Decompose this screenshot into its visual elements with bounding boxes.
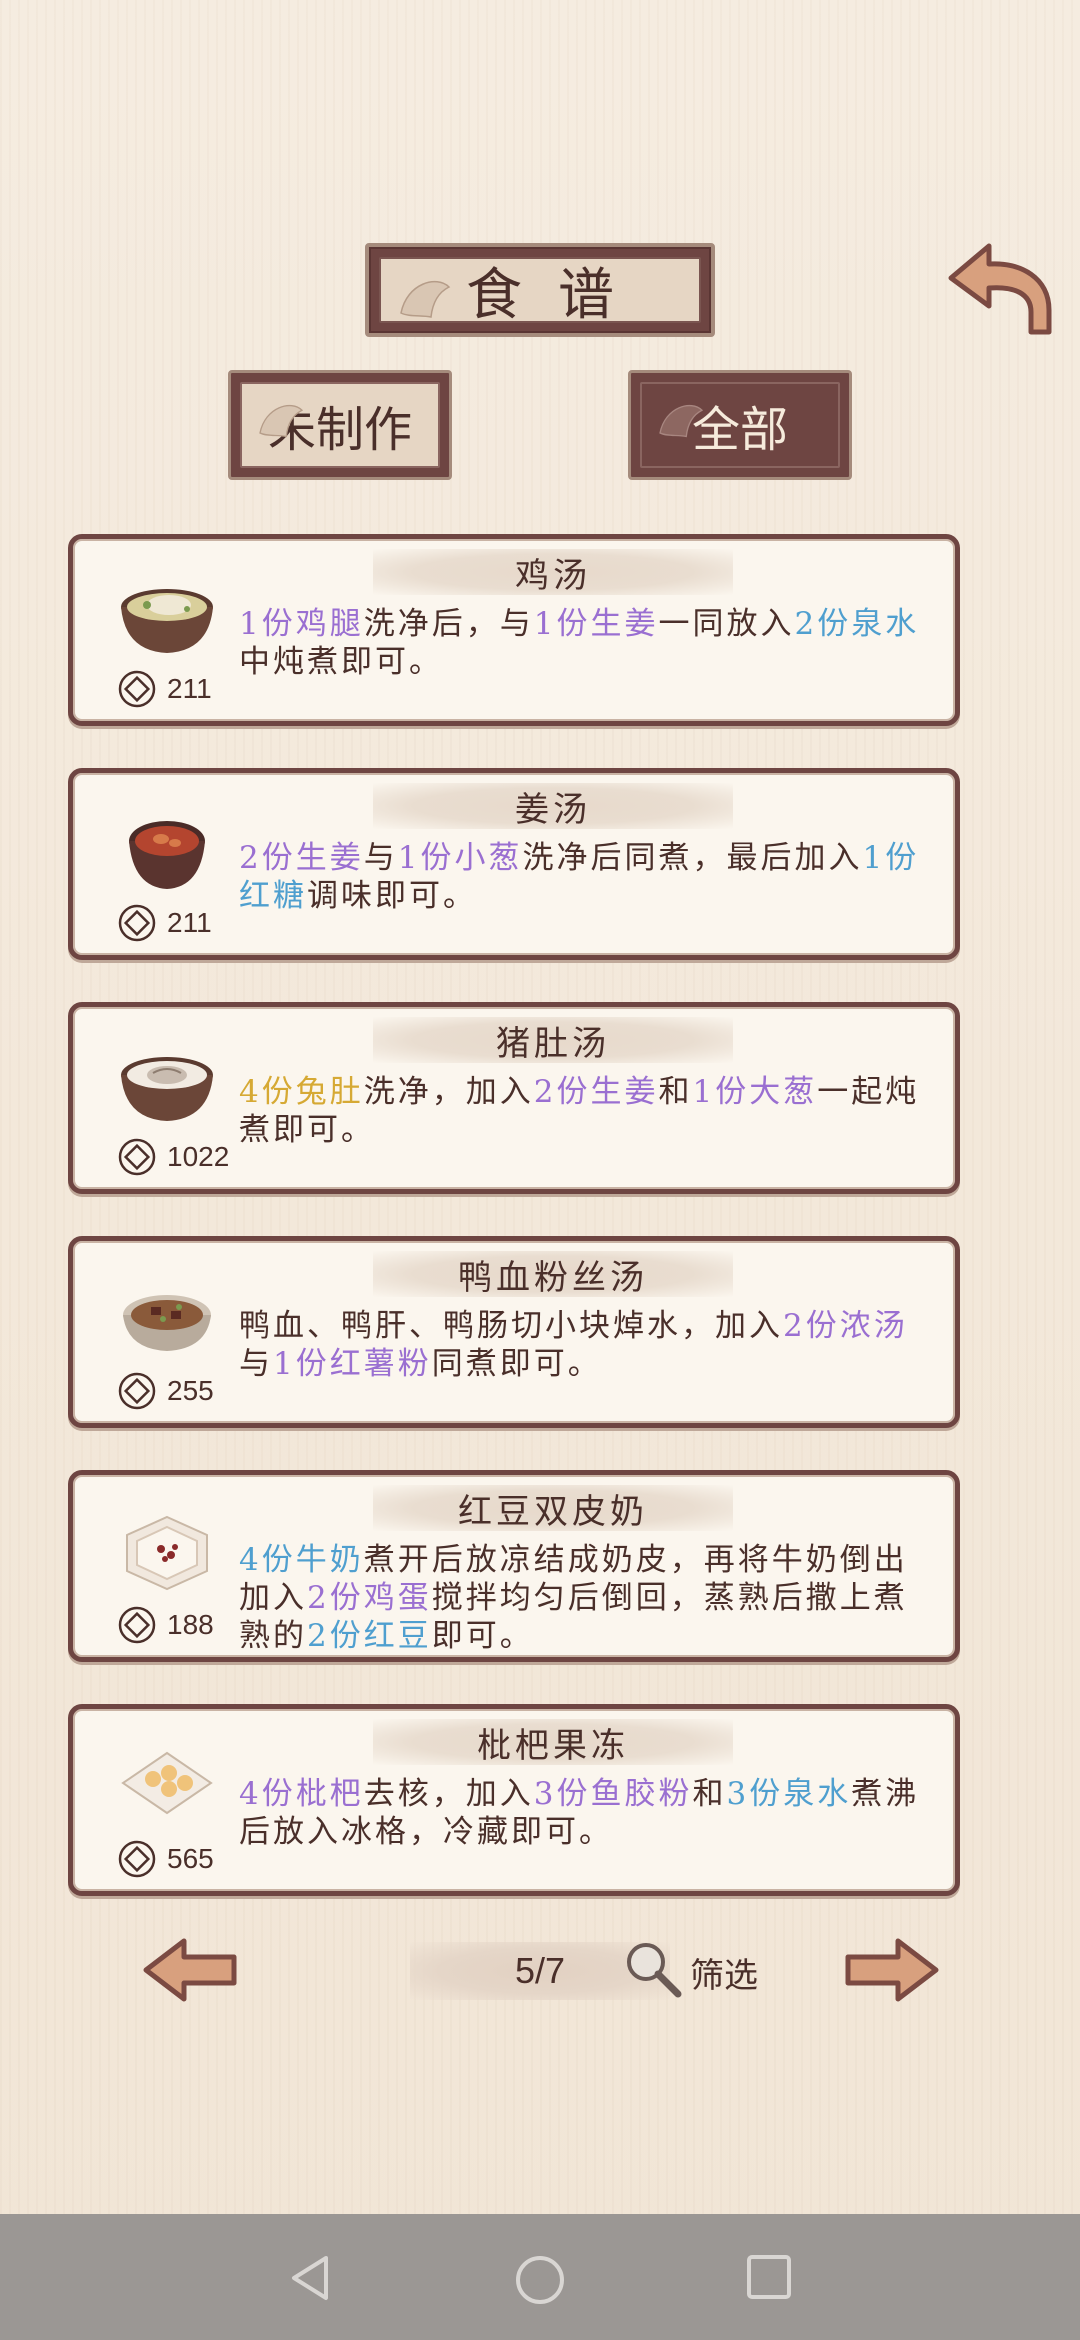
ingredient-highlight: 4份兔肚 (239, 1074, 364, 1110)
description-text: 同煮即可。 (431, 1346, 602, 1382)
system-home-icon[interactable] (514, 2254, 566, 2306)
description-text: 洗净后同煮，最后加入 (522, 840, 863, 876)
ingredient-highlight: 2份生姜 (533, 1074, 659, 1110)
description-text: 与 (239, 1346, 273, 1382)
system-back-icon[interactable] (286, 2252, 334, 2304)
recipe-price: 565 (167, 1843, 214, 1874)
prev-page-arrow-icon[interactable] (140, 1935, 240, 2005)
coin-icon (118, 1606, 156, 1644)
recipe-name: 猪肚汤 (373, 1017, 733, 1064)
ingredient-highlight: 4份枇杷 (239, 1776, 364, 1812)
ginkgo-leaf-icon (400, 280, 451, 318)
description-text: 中炖煮即可。 (239, 644, 443, 680)
ginger-soup-icon (129, 821, 205, 889)
recipe-description: 2份生姜与1份小葱洗净后同煮，最后加入1份红糖调味即可。 (239, 839, 929, 915)
recipe-name: 红豆双皮奶 (373, 1485, 733, 1532)
coin-icon (118, 1372, 156, 1410)
recipe-price: 211 (167, 673, 212, 704)
ingredient-highlight: 2份浓汤 (783, 1308, 908, 1344)
ingredient-highlight: 1份红薯粉 (273, 1346, 432, 1382)
magnifier-icon[interactable] (622, 1938, 684, 2000)
ingredient-highlight: 4份牛奶 (239, 1542, 364, 1578)
coin-icon (118, 1138, 156, 1176)
page-title: 食谱 (466, 262, 650, 328)
recipe-name: 鸭血粉丝汤 (373, 1251, 733, 1298)
ingredient-highlight: 2份红豆 (307, 1618, 432, 1654)
recipe-description: 鸭血、鸭肝、鸭肠切小块焯水，加入2份浓汤与1份红薯粉同煮即可。 (239, 1307, 929, 1383)
recipe-price: 1022 (167, 1141, 230, 1172)
recipe-card[interactable]: 红豆双皮奶 188 4份牛奶煮开后放凉结成奶皮，再将牛奶倒出加入2份鸡蛋搅拌均匀… (68, 1470, 960, 1662)
recipe-price: 211 (167, 907, 212, 938)
description-text: 洗净，加入 (363, 1074, 534, 1110)
ginkgo-leaf-icon (259, 404, 304, 438)
description-text: 调味即可。 (307, 878, 477, 914)
red-bean-pudding-icon (126, 1515, 208, 1591)
filter-unmade-button[interactable]: 未制作 (228, 370, 452, 480)
system-recents-icon[interactable] (746, 2254, 792, 2300)
description-text: 去核，加入 (363, 1776, 534, 1812)
title-plate: 食谱 (365, 243, 715, 337)
ginkgo-leaf-icon (659, 404, 704, 438)
ingredient-highlight: 2份泉水 (794, 606, 920, 642)
recipe-name: 姜汤 (373, 783, 733, 830)
coin-icon (118, 1840, 156, 1878)
filter-all-label: 全部 (691, 402, 788, 458)
recipe-price: 188 (167, 1609, 214, 1640)
description-text: 鸭血、鸭肝、鸭肠切小块焯水，加入 (239, 1308, 783, 1344)
ingredient-highlight: 2份鸡蛋 (307, 1580, 432, 1616)
ingredient-highlight: 2份生姜 (239, 840, 364, 876)
next-page-arrow-icon[interactable] (842, 1935, 942, 2005)
recipe-card[interactable]: 猪肚汤 1022 4份兔肚洗净，加入2份生姜和1份大葱一起炖煮即可。 (68, 1002, 960, 1194)
recipe-description: 4份枇杷去核，加入3份鱼胶粉和3份泉水煮沸后放入冰格，冷藏即可。 (239, 1775, 929, 1851)
loquat-jelly-icon (121, 1751, 213, 1815)
ingredient-highlight: 3份鱼胶粉 (533, 1776, 693, 1812)
description-text: 即可。 (431, 1618, 534, 1654)
recipe-name: 枇杷果冻 (373, 1719, 733, 1766)
recipe-card[interactable]: 枇杷果冻 565 4份枇杷去核，加入3份鱼胶粉和3份泉水煮沸后放入冰格，冷藏即可… (68, 1704, 960, 1896)
description-text: 和 (692, 1776, 727, 1812)
recipe-description: 1份鸡腿洗净后，与1份生姜一同放入2份泉水中炖煮即可。 (239, 605, 929, 681)
filter-all-button[interactable]: 全部 (628, 370, 852, 480)
description-text: 和 (658, 1074, 693, 1110)
filter-label[interactable]: 筛选 (690, 1948, 758, 1997)
chicken-soup-icon (121, 589, 213, 653)
recipe-card[interactable]: 姜汤 211 2份生姜与1份小葱洗净后同煮，最后加入1份红糖调味即可。 (68, 768, 960, 960)
ingredient-highlight: 1份大葱 (692, 1074, 818, 1110)
recipe-name: 鸡汤 (373, 549, 733, 596)
recipe-card[interactable]: 鸭血粉丝汤 255 鸭血、鸭肝、鸭肠切小块焯水，加入2份浓汤与1份红薯粉同煮即可… (68, 1236, 960, 1428)
coin-icon (118, 904, 156, 942)
description-text: 一同放入 (658, 606, 795, 642)
duck-blood-soup-icon (123, 1295, 211, 1351)
ingredient-highlight: 1份生姜 (533, 606, 659, 642)
coin-icon (118, 670, 156, 708)
description-text: 洗净后，与 (363, 606, 534, 642)
recipe-description: 4份兔肚洗净，加入2份生姜和1份大葱一起炖煮即可。 (239, 1073, 929, 1149)
pork-tripe-soup-icon (121, 1057, 213, 1121)
ingredient-highlight: 3份泉水 (726, 1776, 852, 1812)
ingredient-highlight: 1份鸡腿 (239, 606, 364, 642)
recipe-price: 255 (167, 1375, 214, 1406)
recipe-description: 4份牛奶煮开后放凉结成奶皮，再将牛奶倒出加入2份鸡蛋搅拌均匀后倒回，蒸熟后撒上煮… (239, 1541, 929, 1655)
back-arrow-icon[interactable] (945, 240, 1057, 340)
description-text: 与 (363, 840, 398, 876)
recipe-card[interactable]: 鸡汤 211 1份鸡腿洗净后，与1份生姜一同放入2份泉水中炖煮即可。 (68, 534, 960, 726)
ingredient-highlight: 1份小葱 (397, 840, 523, 876)
